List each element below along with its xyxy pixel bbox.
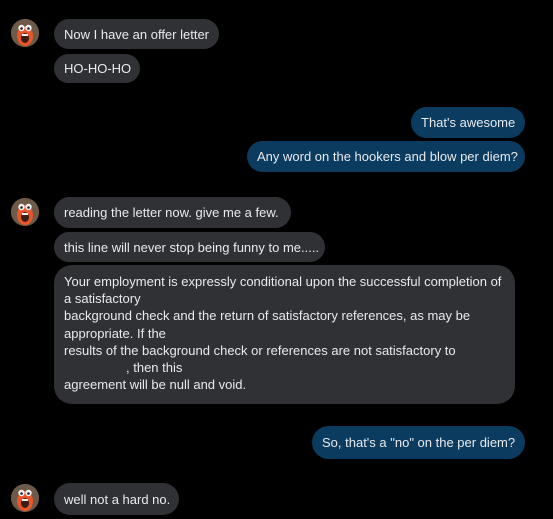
message-text: Any word on the hookers and blow per die… — [257, 149, 518, 164]
contact-avatar[interactable] — [11, 484, 39, 512]
contact-avatar-icon — [11, 198, 39, 226]
message-text: That's awesome — [421, 115, 516, 130]
message-line: a satisfactory — [64, 291, 141, 307]
message-bubble-outgoing[interactable]: Any word on the hookers and blow per die… — [247, 141, 525, 172]
message-text: this line will never stop being funny to… — [64, 239, 320, 255]
message-bubble[interactable]: well not a hard no. — [54, 483, 179, 515]
message-bubble[interactable]: this line will never stop being funny to… — [54, 232, 325, 262]
message-line: appropriate. If the — [64, 325, 166, 341]
message-bubble[interactable]: reading the letter now. give me a few. — [54, 197, 291, 228]
redacted-block — [64, 362, 126, 375]
contact-avatar[interactable] — [11, 198, 39, 226]
message-text: well not a hard no. — [64, 491, 171, 507]
message-bubble[interactable]: Now I have an offer letter — [54, 19, 219, 49]
contact-avatar[interactable] — [11, 19, 39, 47]
message-bubble-outgoing[interactable]: That's awesome — [411, 107, 525, 138]
message-text: reading the letter now. give me a few. — [64, 205, 279, 220]
message-line: , then this — [126, 360, 183, 376]
message-text: HO-HO-HO — [64, 61, 132, 76]
message-line: Your employment is expressly conditional… — [64, 274, 502, 289]
message-text: So, that's a "no" on the per diem? — [322, 435, 516, 450]
message-bubble[interactable]: HO-HO-HO — [54, 54, 140, 83]
message-line: results of the background check or refer… — [64, 342, 456, 358]
message-line: agreement will be null and void. — [64, 377, 247, 393]
contact-avatar-icon — [11, 484, 39, 512]
message-text: Now I have an offer letter — [64, 26, 210, 42]
message-line-redacted: , then this — [64, 359, 505, 376]
contact-avatar-icon — [11, 19, 39, 47]
message-bubble-long[interactable]: Your employment is expressly conditional… — [54, 265, 515, 404]
message-bubble-outgoing[interactable]: So, that's a "no" on the per diem? — [312, 426, 525, 459]
message-line: background check and the return of satis… — [64, 308, 471, 324]
